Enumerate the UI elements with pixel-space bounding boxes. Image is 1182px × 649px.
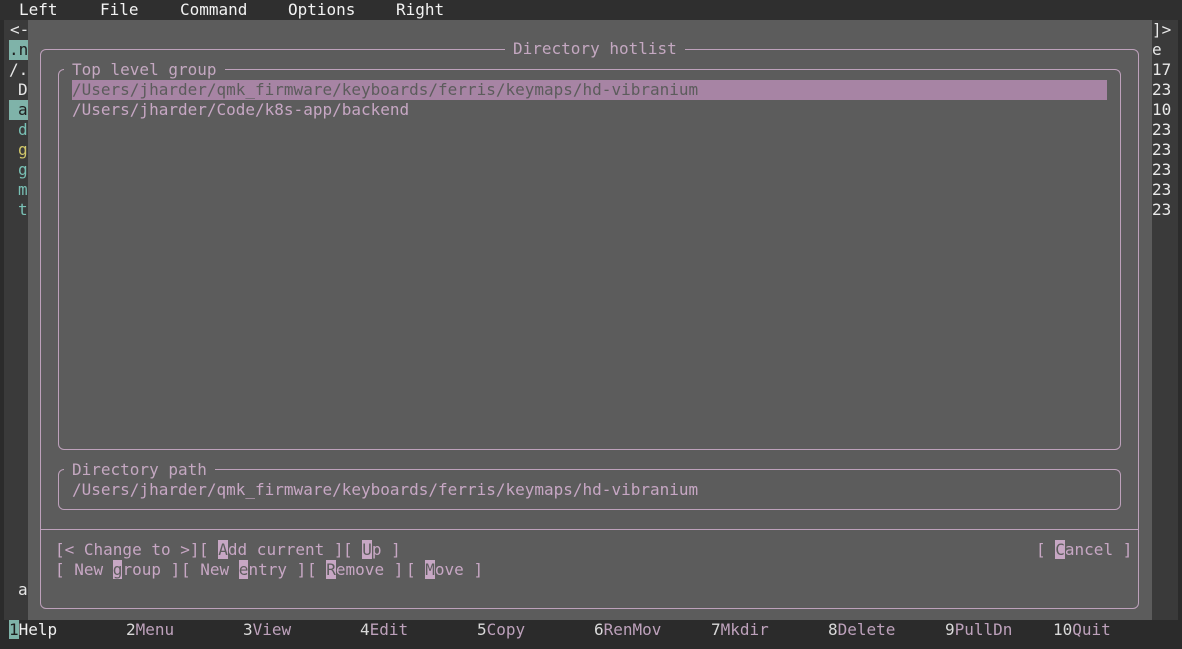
left-panel-file[interactable]: a (9, 100, 28, 120)
menu-right[interactable]: Right (396, 0, 444, 20)
fkey-mkdir[interactable]: 7Mkdir (711, 620, 769, 640)
right-panel-cell: 23 (1152, 140, 1172, 159)
button-separator (41, 529, 1138, 530)
add-current-button[interactable]: [ Add current ] (199, 540, 344, 560)
left-panel-file[interactable]: m (18, 180, 28, 200)
left-panel-file[interactable]: D (18, 80, 28, 100)
left-panel-file[interactable]: d (18, 120, 28, 140)
up-button[interactable]: [ Up ] (343, 540, 401, 560)
fkey-quit[interactable]: 10Quit (1053, 620, 1111, 640)
left-panel-file[interactable]: .n (9, 40, 29, 60)
fkey-menu[interactable]: 2Menu (126, 620, 174, 640)
directory-hotlist-dialog: Directory hotlist Top level group /Users… (28, 20, 1152, 620)
dialog-title: Directory hotlist (505, 39, 685, 59)
menu-command[interactable]: Command (180, 0, 247, 20)
group-title: Top level group (64, 60, 225, 80)
right-panel-cell: 23 (1152, 160, 1172, 179)
right-panel-cell: 23 (1152, 200, 1172, 219)
right-panel-cell: 17 (1152, 60, 1172, 79)
menu-file[interactable]: File (100, 0, 139, 20)
hotlist-entry[interactable]: /Users/jharder/qmk_firmware/keyboards/fe… (72, 80, 1107, 100)
menu-bar: Left File Command Options Right (0, 0, 1182, 20)
new-entry-button[interactable]: [ New entry ] (181, 560, 306, 580)
change-to-button[interactable]: [< Change to >] (55, 540, 200, 560)
hotlist-listbox[interactable] (58, 69, 1121, 450)
fkey-edit[interactable]: 4Edit (360, 620, 408, 640)
right-panel-nav[interactable]: ]> (1152, 20, 1171, 40)
left-panel-file[interactable]: t (18, 200, 28, 220)
hotlist-entry[interactable]: /Users/jharder/Code/k8s-app/backend (72, 100, 1107, 120)
fkey-delete[interactable]: 8Delete (828, 620, 895, 640)
right-panel-cell: 23 (1152, 180, 1172, 199)
menu-left[interactable]: Left (19, 0, 58, 20)
function-key-bar: 1Help 2Menu 3View 4Edit 5Copy 6RenMov 7M… (0, 620, 1182, 640)
left-panel-file[interactable]: g (18, 160, 28, 180)
path-title: Directory path (64, 460, 215, 480)
left-panel-nav[interactable]: <- (10, 20, 29, 40)
remove-button[interactable]: [ Remove ] (307, 560, 403, 580)
directory-path-value: /Users/jharder/qmk_firmware/keyboards/fe… (72, 480, 699, 499)
new-group-button[interactable]: [ New group ] (55, 560, 180, 580)
cancel-button[interactable]: [ Cancel ] (1036, 540, 1132, 560)
right-panel-cell: 23 (1152, 80, 1172, 99)
fkey-help[interactable]: 1Help (9, 620, 57, 640)
left-panel-file[interactable]: /. (9, 60, 28, 80)
right-panel-cell: 10 (1152, 100, 1172, 119)
fkey-view[interactable]: 3View (243, 620, 291, 640)
fkey-pulldn[interactable]: 9PullDn (945, 620, 1012, 640)
left-panel-file[interactable]: g (18, 140, 28, 160)
right-panel-cell: e (1152, 40, 1162, 59)
fkey-renmov[interactable]: 6RenMov (594, 620, 661, 640)
menu-options[interactable]: Options (288, 0, 355, 20)
right-panel-cell: 23 (1152, 120, 1172, 139)
left-panel-status: a (18, 580, 28, 599)
move-button[interactable]: [ Move ] (406, 560, 483, 580)
fkey-copy[interactable]: 5Copy (477, 620, 525, 640)
